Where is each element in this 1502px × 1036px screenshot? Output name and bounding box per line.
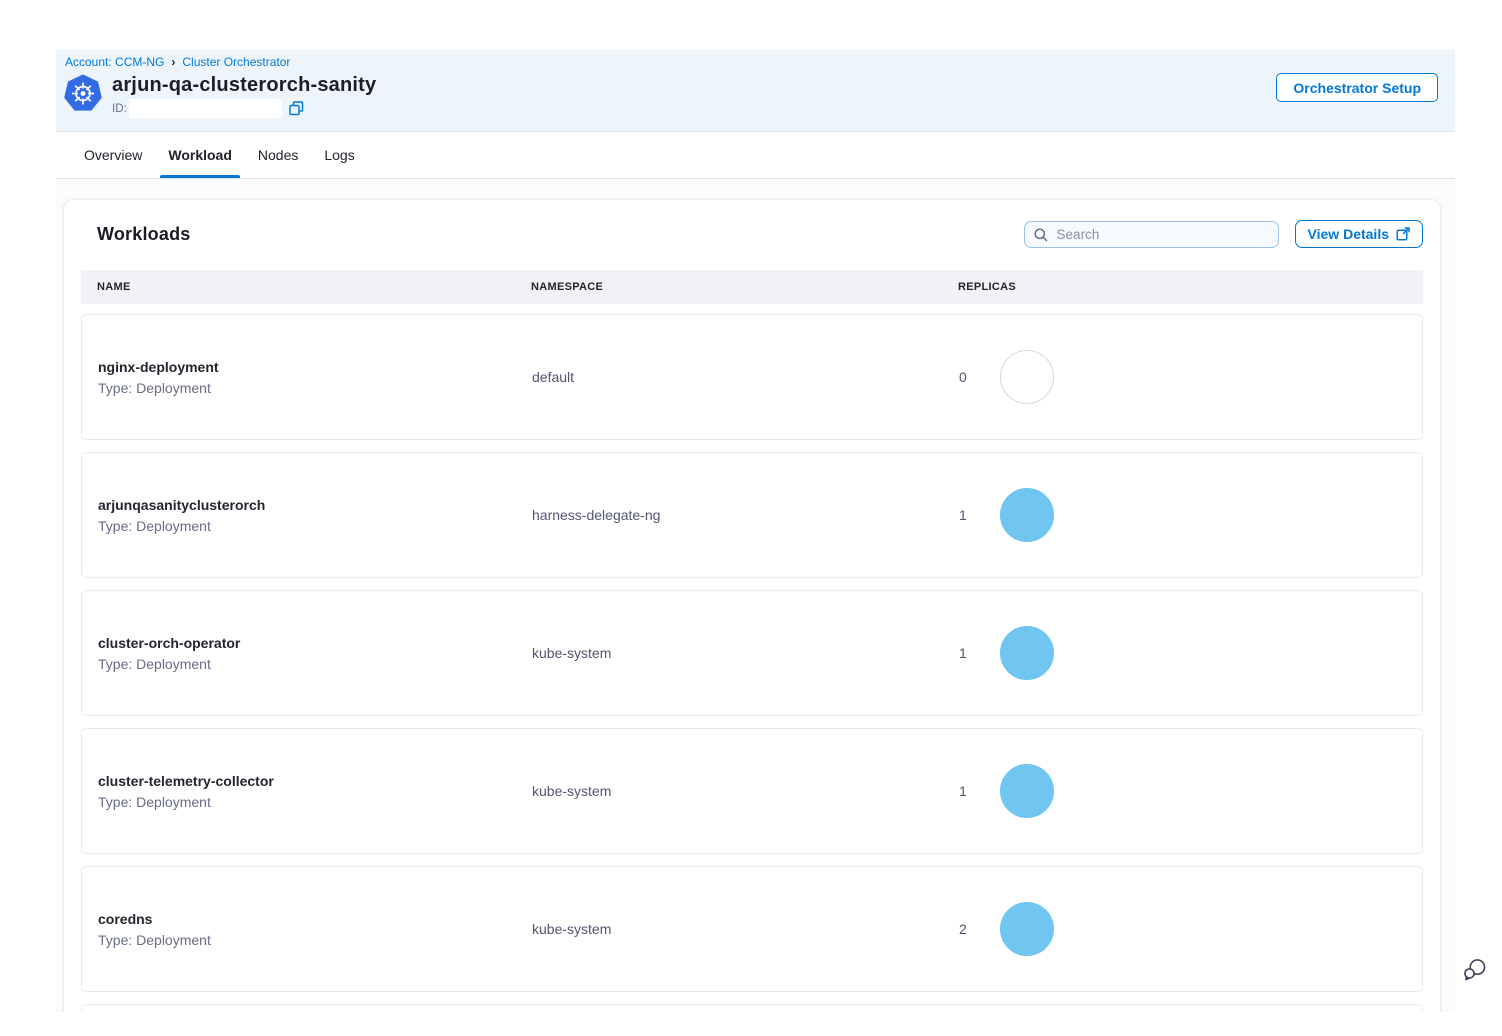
workload-type: Type: Deployment: [98, 794, 532, 810]
workload-name: coredns: [98, 911, 532, 927]
view-details-button[interactable]: View Details: [1295, 220, 1423, 248]
replica-status-circle: [1000, 764, 1054, 818]
workload-namespace: kube-system: [532, 645, 959, 661]
orchestrator-setup-button[interactable]: Orchestrator Setup: [1276, 73, 1438, 102]
workloads-card: Workloads View Details: [64, 200, 1440, 1012]
column-header-name: NAME: [81, 281, 531, 293]
chat-bubbles-icon[interactable]: [1462, 957, 1488, 983]
tab-workload[interactable]: Workload: [167, 132, 233, 178]
tab-nodes[interactable]: Nodes: [257, 132, 299, 178]
workload-namespace: harness-delegate-ng: [532, 507, 959, 523]
page-header: Account: CCM-NG › Cluster Orchestrator: [56, 50, 1455, 132]
search-icon: [1033, 227, 1049, 243]
page-title: arjun-qa-clusterorch-sanity: [112, 73, 376, 97]
cluster-id-value-redacted: [129, 99, 282, 118]
breadcrumb-separator-icon: ›: [171, 55, 175, 69]
workload-type: Type: Deployment: [98, 656, 532, 672]
workload-namespace: kube-system: [532, 921, 959, 937]
workload-type: Type: Deployment: [98, 380, 532, 396]
table-row-partial[interactable]: [81, 1004, 1423, 1012]
workload-namespace: kube-system: [532, 783, 959, 799]
kubernetes-logo-icon: [64, 74, 102, 112]
replica-count: 0: [959, 369, 971, 385]
breadcrumb-cluster-orchestrator-link[interactable]: Cluster Orchestrator: [182, 55, 290, 69]
workload-type: Type: Deployment: [98, 518, 532, 534]
breadcrumb: Account: CCM-NG › Cluster Orchestrator: [65, 55, 1455, 69]
workload-type: Type: Deployment: [98, 932, 532, 948]
cluster-orchestrator-app: Account: CCM-NG › Cluster Orchestrator: [56, 50, 1455, 1012]
column-header-replicas: REPLICAS: [958, 281, 1423, 293]
breadcrumb-account-link[interactable]: Account: CCM-NG: [65, 55, 164, 69]
replica-status-circle: [1000, 350, 1054, 404]
search-input[interactable]: [1024, 221, 1279, 248]
workloads-table-header: NAME NAMESPACE REPLICAS: [81, 270, 1423, 304]
workloads-table-body: nginx-deployment Type: Deployment defaul…: [81, 314, 1423, 992]
tab-bar: Overview Workload Nodes Logs: [56, 132, 1455, 179]
cluster-id-label: ID:: [112, 103, 127, 115]
replica-count: 2: [959, 921, 971, 937]
replica-status-circle: [1000, 902, 1054, 956]
workload-name: arjunqasanityclusterorch: [98, 497, 532, 513]
table-row[interactable]: arjunqasanityclusterorch Type: Deploymen…: [81, 452, 1423, 578]
replica-status-circle: [1000, 488, 1054, 542]
replica-status-circle: [1000, 626, 1054, 680]
tab-logs[interactable]: Logs: [323, 132, 355, 178]
workloads-heading: Workloads: [97, 224, 191, 245]
external-link-icon: [1396, 227, 1410, 241]
table-row[interactable]: cluster-orch-operator Type: Deployment k…: [81, 590, 1423, 716]
workload-name: cluster-orch-operator: [98, 635, 532, 651]
workload-name: cluster-telemetry-collector: [98, 773, 532, 789]
table-row[interactable]: nginx-deployment Type: Deployment defaul…: [81, 314, 1423, 440]
table-row[interactable]: cluster-telemetry-collector Type: Deploy…: [81, 728, 1423, 854]
workload-name: nginx-deployment: [98, 359, 532, 375]
copy-icon[interactable]: [289, 101, 304, 116]
column-header-namespace: NAMESPACE: [531, 281, 958, 293]
replica-count: 1: [959, 507, 971, 523]
replica-count: 1: [959, 783, 971, 799]
table-row[interactable]: coredns Type: Deployment kube-system 2: [81, 866, 1423, 992]
workload-namespace: default: [532, 369, 959, 385]
view-details-label: View Details: [1308, 226, 1389, 242]
replica-count: 1: [959, 645, 971, 661]
tab-overview[interactable]: Overview: [83, 132, 143, 178]
